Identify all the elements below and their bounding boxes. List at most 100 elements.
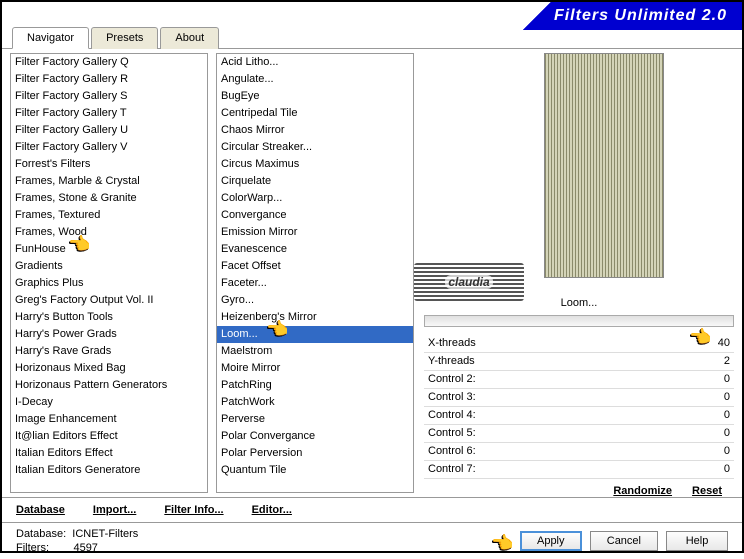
list-item[interactable]: It@lian Editors Effect xyxy=(11,428,207,445)
list-item[interactable]: FunHouse👉 xyxy=(11,241,207,258)
list-item[interactable]: Perverse xyxy=(217,411,413,428)
param-value: 2 xyxy=(724,354,730,369)
list-item[interactable]: BugEye xyxy=(217,88,413,105)
list-item[interactable]: Circular Streaker... xyxy=(217,139,413,156)
param-row[interactable]: X-threads 40👉 xyxy=(424,335,734,353)
list-item[interactable]: Centripedal Tile xyxy=(217,105,413,122)
list-item[interactable]: Evanescence xyxy=(217,241,413,258)
tab-navigator[interactable]: Navigator xyxy=(12,27,89,49)
list-item[interactable]: Convergance xyxy=(217,207,413,224)
list-item[interactable]: Filter Factory Gallery R xyxy=(11,71,207,88)
reset-button[interactable]: Reset xyxy=(692,485,722,497)
list-item[interactable]: Moire Mirror xyxy=(217,360,413,377)
list-item[interactable]: Cirquelate xyxy=(217,173,413,190)
list-item[interactable]: Circus Maximus xyxy=(217,156,413,173)
right-pane: claudia Loom... X-threads40👉Y-threads2Co… xyxy=(414,53,734,497)
list-item[interactable]: Horizonaus Pattern Generators xyxy=(11,377,207,394)
progress-bar xyxy=(424,315,734,327)
list-item[interactable] xyxy=(11,479,207,493)
list-item[interactable]: Facet Offset xyxy=(217,258,413,275)
param-row[interactable]: Control 4:0 xyxy=(424,407,734,425)
list-item[interactable]: Filter Factory Gallery S xyxy=(11,88,207,105)
preview-image xyxy=(544,53,664,278)
bottom-toolbar: Database Import... Filter Info... Editor… xyxy=(2,497,742,522)
list-item[interactable]: PatchWork xyxy=(217,394,413,411)
list-item[interactable]: Acid Litho... xyxy=(217,54,413,71)
list-item[interactable]: Harry's Power Grads xyxy=(11,326,207,343)
list-item[interactable]: Harry's Rave Grads xyxy=(11,343,207,360)
param-actions: Randomize Reset xyxy=(424,479,734,497)
list-item[interactable]: Frames, Stone & Granite xyxy=(11,190,207,207)
hand-cursor-icon: 👉 xyxy=(492,533,514,554)
list-item[interactable]: Filter Factory Gallery T xyxy=(11,105,207,122)
preview-area: claudia xyxy=(424,53,734,287)
list-item[interactable]: Heizenberg's Mirror xyxy=(217,309,413,326)
filter-list[interactable]: Acid Litho...Angulate...BugEyeCentripeda… xyxy=(216,53,414,493)
list-item[interactable]: Emission Mirror xyxy=(217,224,413,241)
list-item[interactable]: Frames, Wood xyxy=(11,224,207,241)
tab-presets[interactable]: Presets xyxy=(91,27,158,49)
list-item[interactable]: Italian Editors Effect xyxy=(11,445,207,462)
list-item[interactable]: Gyro... xyxy=(217,292,413,309)
param-value: 40👉 xyxy=(718,336,730,351)
list-item[interactable]: Filter Factory Gallery V xyxy=(11,139,207,156)
param-value: 0 xyxy=(724,408,730,423)
param-value: 0 xyxy=(724,426,730,441)
filters-label: Filters: xyxy=(16,542,49,554)
param-value: 0 xyxy=(724,372,730,387)
list-item[interactable]: Greg's Factory Output Vol. II xyxy=(11,292,207,309)
param-name: X-threads xyxy=(428,336,476,351)
list-item[interactable]: Frames, Textured xyxy=(11,207,207,224)
list-item[interactable]: Filter Factory Gallery Q xyxy=(11,54,207,71)
tab-about[interactable]: About xyxy=(160,27,219,49)
filter-info-button[interactable]: Filter Info... xyxy=(164,504,223,516)
help-button[interactable]: Help xyxy=(666,531,728,551)
list-item[interactable]: Forrest's Filters xyxy=(11,156,207,173)
list-item[interactable]: Frames, Marble & Crystal xyxy=(11,173,207,190)
list-item[interactable] xyxy=(217,479,413,493)
list-item[interactable]: Image Enhancement xyxy=(11,411,207,428)
filters-count: 4597 xyxy=(73,542,97,554)
list-item[interactable]: Italian Editors Generatore xyxy=(11,462,207,479)
param-row[interactable]: Control 5: 0 xyxy=(424,425,734,443)
database-button[interactable]: Database xyxy=(16,504,65,516)
list-item[interactable]: Faceter... xyxy=(217,275,413,292)
param-row[interactable]: Y-threads2 xyxy=(424,353,734,371)
list-item[interactable]: Graphics Plus xyxy=(11,275,207,292)
param-name: Control 7: xyxy=(428,462,476,477)
list-item[interactable]: Horizonaus Mixed Bag xyxy=(11,360,207,377)
param-name: Control 5: xyxy=(428,426,476,441)
param-value: 0 xyxy=(724,462,730,477)
param-value: 0 xyxy=(724,444,730,459)
param-row[interactable]: Control 6: 0 xyxy=(424,443,734,461)
param-row[interactable]: Control 2:0 xyxy=(424,371,734,389)
list-item[interactable]: Quantum Tile xyxy=(217,462,413,479)
list-item[interactable]: PatchRing xyxy=(217,377,413,394)
watermark-badge: claudia xyxy=(414,263,524,301)
list-item[interactable]: Polar Perversion xyxy=(217,445,413,462)
app-title: Filters Unlimited 2.0 xyxy=(554,7,727,25)
list-item[interactable]: Loom...👉 xyxy=(217,326,413,343)
list-item[interactable]: ColorWarp... xyxy=(217,190,413,207)
editor-button[interactable]: Editor... xyxy=(252,504,292,516)
list-item[interactable]: Gradients xyxy=(11,258,207,275)
title-banner: Filters Unlimited 2.0 xyxy=(494,2,742,30)
db-value: ICNET-Filters xyxy=(72,528,138,540)
import-button[interactable]: Import... xyxy=(93,504,136,516)
param-row[interactable]: Control 7: 0 xyxy=(424,461,734,479)
list-item[interactable]: I-Decay xyxy=(11,394,207,411)
header: Filters Unlimited 2.0 xyxy=(2,2,742,30)
param-name: Control 6: xyxy=(428,444,476,459)
list-item[interactable]: Maelstrom xyxy=(217,343,413,360)
param-row[interactable]: Control 3:0 xyxy=(424,389,734,407)
cancel-button[interactable]: Cancel xyxy=(590,531,658,551)
list-item[interactable]: Filter Factory Gallery U xyxy=(11,122,207,139)
list-item[interactable]: Polar Convergance xyxy=(217,428,413,445)
list-item[interactable]: Harry's Button Tools xyxy=(11,309,207,326)
randomize-button[interactable]: Randomize xyxy=(613,485,672,497)
list-item[interactable]: Angulate... xyxy=(217,71,413,88)
apply-button[interactable]: Apply xyxy=(520,531,582,551)
list-item[interactable]: Chaos Mirror xyxy=(217,122,413,139)
hand-cursor-icon: 👉 xyxy=(690,330,712,345)
category-list[interactable]: Filter Factory Gallery QFilter Factory G… xyxy=(10,53,208,493)
